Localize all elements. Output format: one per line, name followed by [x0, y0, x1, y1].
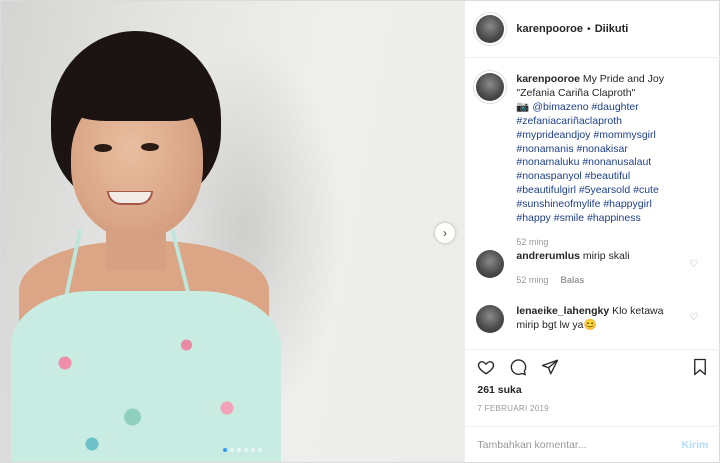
post-date[interactable]: 7 FEBRUARI 2019	[477, 404, 549, 413]
comment-text: mirip skali	[582, 250, 630, 262]
caption-meta: 52 ming	[516, 236, 686, 250]
comment-body: andrerumlus mirip skali 52 ming Balas	[516, 250, 686, 288]
heart-icon[interactable]	[477, 358, 495, 376]
action-icons	[477, 358, 559, 376]
post-header: karenpooroe • Diikuti	[465, 1, 720, 58]
comment-body: lenaeike_lahengky Klo ketawa mirip bgt l…	[516, 305, 686, 333]
bookmark-icon[interactable]	[692, 358, 708, 376]
comment-meta: 52 ming Balas	[516, 274, 686, 288]
comment-username[interactable]: andrerumlus	[516, 250, 580, 262]
comment-time[interactable]: 52 ming	[516, 274, 548, 288]
carousel-dot	[251, 448, 255, 452]
reply-button[interactable]: Balas	[560, 274, 584, 288]
send-comment-button[interactable]: Kirim	[682, 439, 709, 451]
carousel-dot-active	[223, 448, 227, 452]
caption-time[interactable]: 52 ming	[516, 236, 548, 250]
commenter-avatar[interactable]	[476, 305, 505, 333]
caption: karenpooroe My Pride and Joy "Zefania Ca…	[476, 73, 686, 250]
carousel-dot	[258, 448, 262, 452]
post-photo[interactable]: ›	[1, 1, 465, 462]
photo-eye	[94, 144, 112, 152]
caption-username[interactable]: karenpooroe	[516, 73, 580, 85]
comments-list[interactable]: karenpooroe My Pride and Joy "Zefania Ca…	[465, 59, 720, 349]
caption-quote: "Zefania Cariña Claproth"	[516, 86, 636, 99]
carousel-dots	[223, 448, 262, 452]
comment-input[interactable]	[477, 439, 682, 451]
caption-mention[interactable]: @bimazeno	[532, 101, 588, 113]
like-comment-heart-icon[interactable]: ♡	[689, 259, 698, 270]
add-comment-bar: Kirim	[465, 426, 720, 463]
bookmark-button[interactable]	[692, 358, 708, 379]
carousel-dot	[237, 448, 241, 452]
caption-avatar[interactable]	[476, 73, 505, 101]
photo-smile	[107, 191, 153, 205]
photo-dress	[11, 291, 281, 462]
likes-count[interactable]: 261 suka	[477, 384, 521, 396]
post-sidebar: karenpooroe • Diikuti karenpooroe My Pri…	[464, 1, 720, 462]
author-avatar[interactable]	[476, 15, 505, 43]
comment-item: lenaeike_lahengky Klo ketawa mirip bgt l…	[476, 305, 686, 333]
share-icon[interactable]	[541, 358, 559, 376]
photo-fringe	[67, 71, 199, 121]
instagram-post: › karenpooroe • Diikuti karenpooroe My P…	[0, 0, 720, 463]
caption-text: My Pride and Joy	[582, 73, 665, 85]
like-comment-heart-icon[interactable]: ♡	[689, 312, 698, 323]
camera-emoji: 📷	[516, 100, 530, 113]
commenter-avatar[interactable]	[476, 250, 505, 278]
header-separator: •	[587, 23, 591, 35]
comment-icon[interactable]	[509, 358, 527, 376]
carousel-dot	[230, 448, 234, 452]
caption-hashtags[interactable]: #daughter #zefaniacariñaclaproth #myprid…	[516, 101, 658, 224]
comment-item: andrerumlus mirip skali 52 ming Balas	[476, 250, 686, 288]
carousel-dot	[244, 448, 248, 452]
post-actions: 261 suka 7 FEBRUARI 2019 Kirim	[465, 349, 720, 462]
next-slide-button[interactable]: ›	[435, 223, 455, 243]
follow-status-button[interactable]: Diikuti	[595, 23, 629, 35]
author-username[interactable]: karenpooroe	[516, 23, 583, 35]
photo-eye	[141, 143, 159, 151]
comment-username[interactable]: lenaeike_lahengky	[516, 305, 609, 317]
caption-body: karenpooroe My Pride and Joy "Zefania Ca…	[516, 73, 686, 250]
